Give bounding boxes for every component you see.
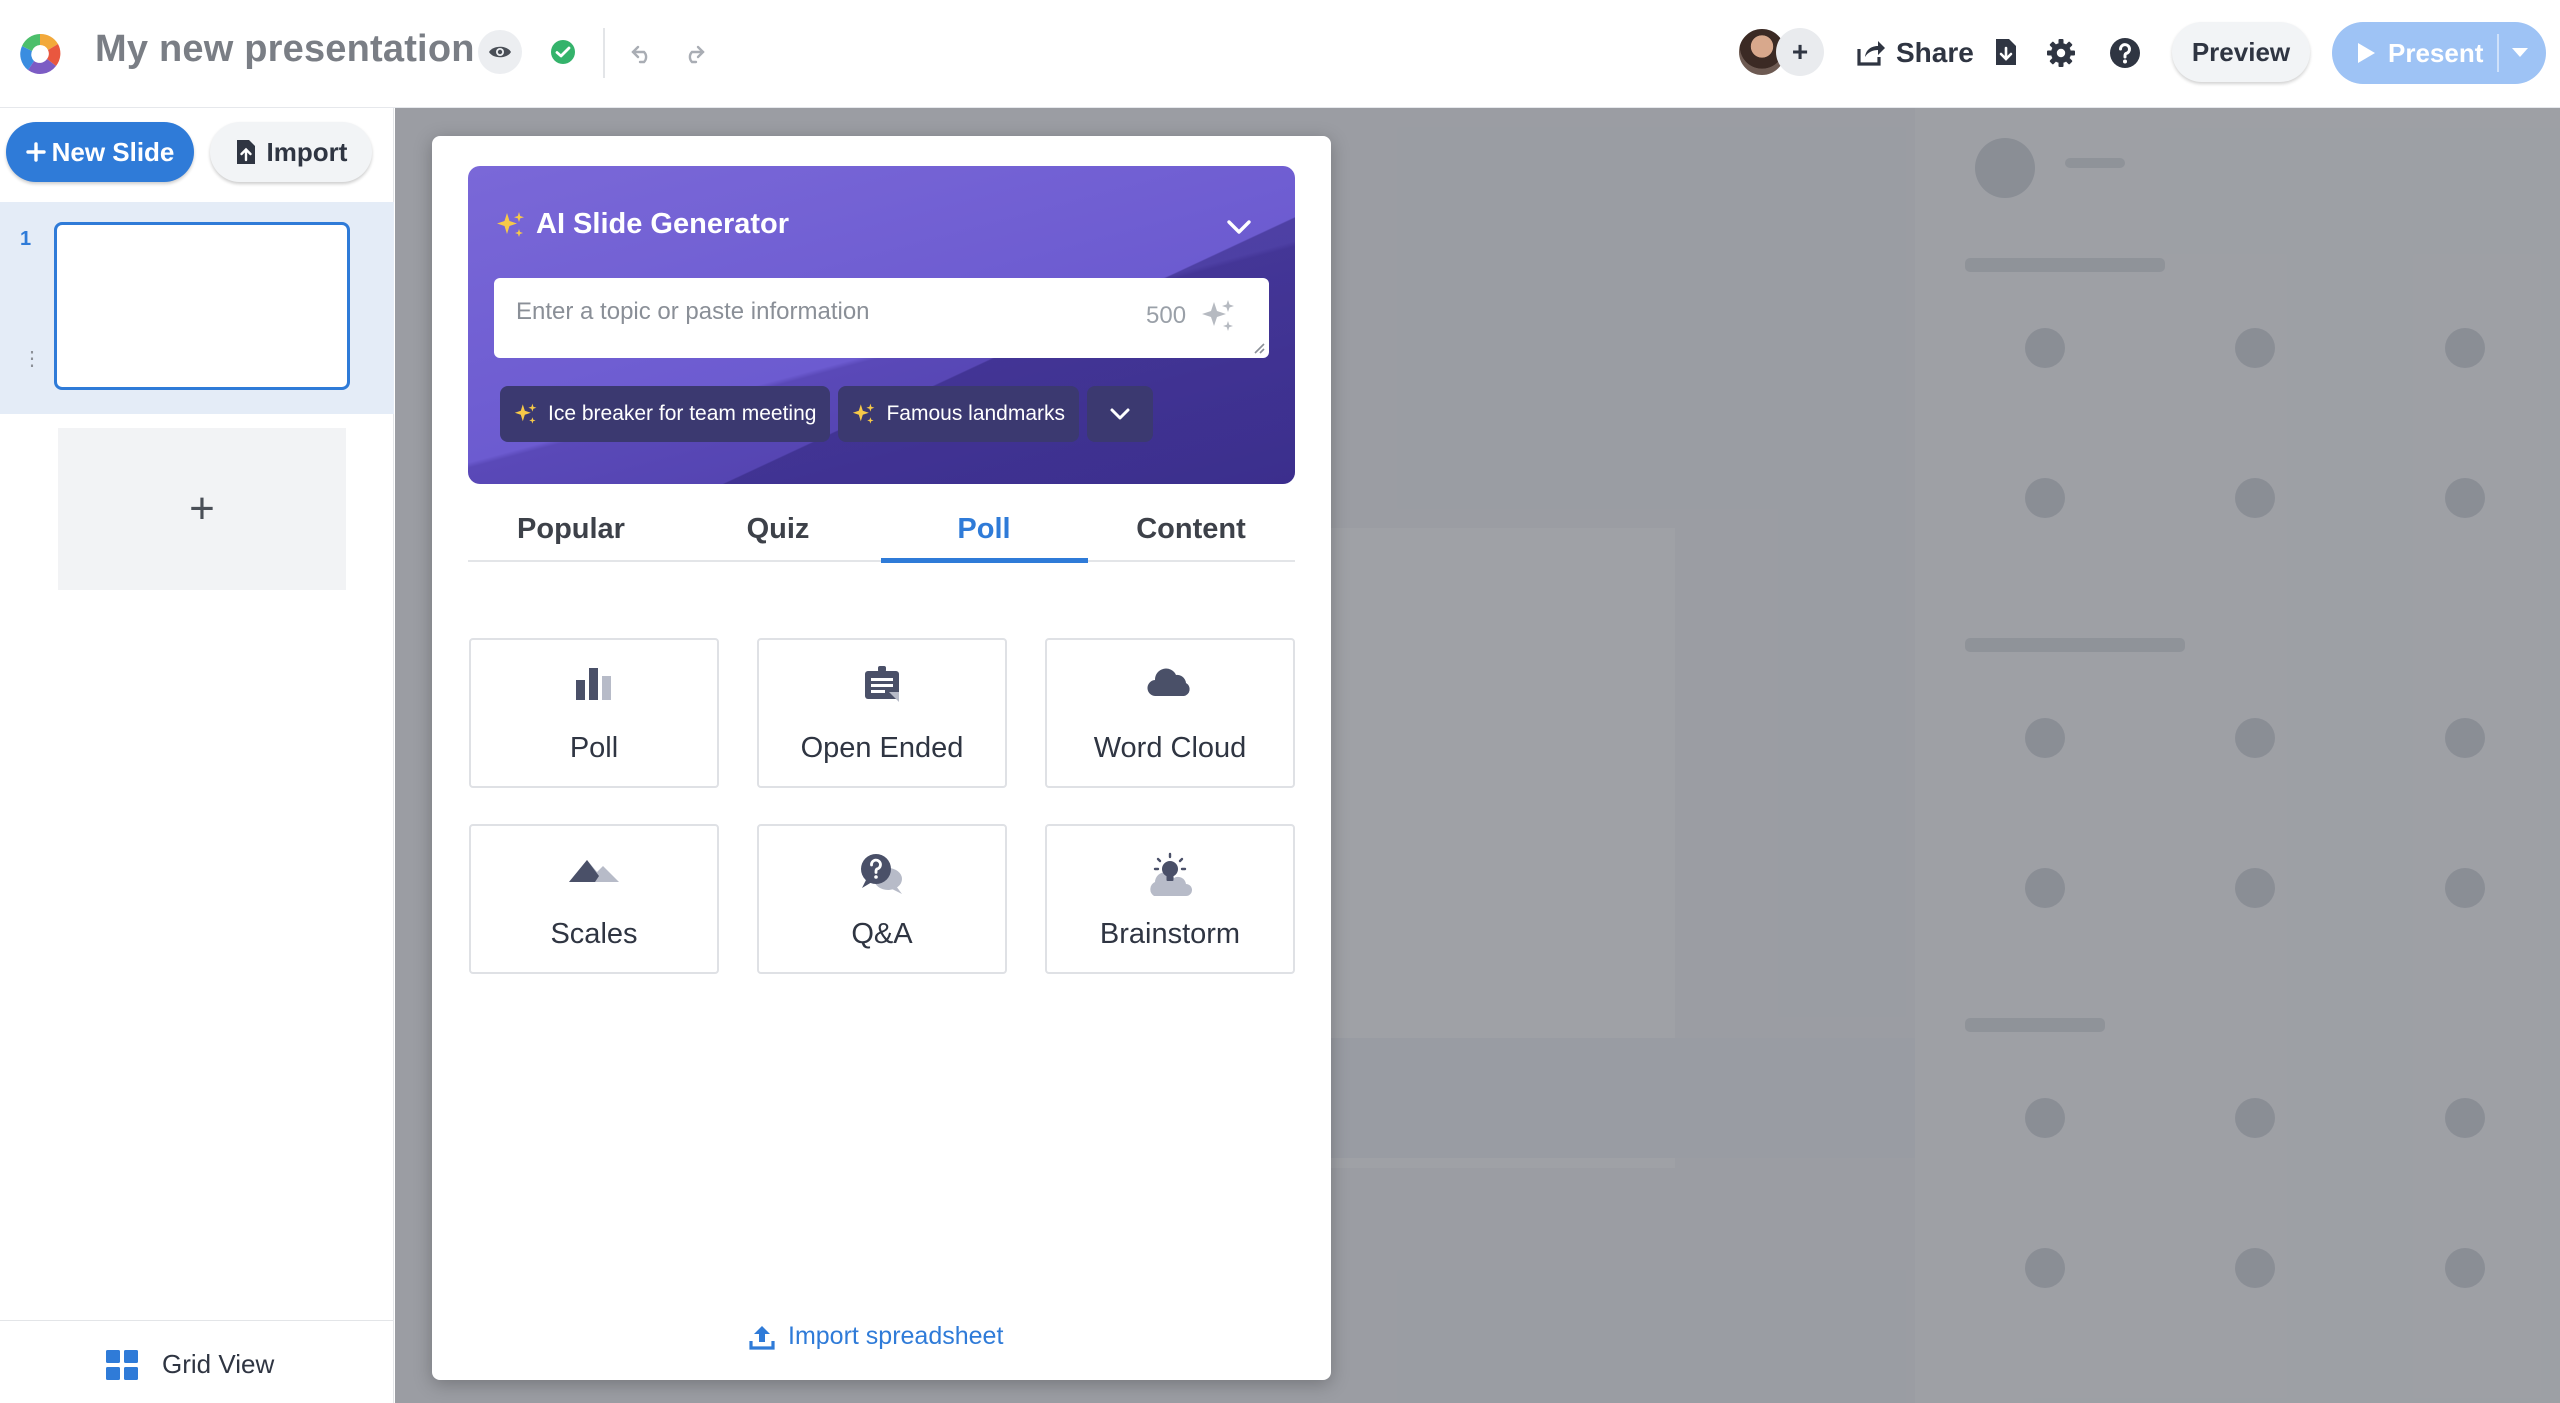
- upload-icon: [749, 1325, 775, 1350]
- tile-label: Poll: [569, 732, 619, 764]
- cloud-icon: [1147, 668, 1190, 697]
- suggestion-chip-label: Ice breaker for team meeting: [548, 402, 817, 425]
- undo-button[interactable]: [622, 34, 662, 74]
- tile-label: Q&A: [851, 918, 913, 950]
- eye-icon: [489, 46, 511, 58]
- preview-button[interactable]: Preview: [2172, 22, 2310, 82]
- export-button[interactable]: [1986, 32, 2026, 72]
- import-button[interactable]: Import: [210, 122, 372, 182]
- sparkles-icon: [853, 403, 875, 424]
- add-collaborator-button[interactable]: +: [1776, 28, 1824, 76]
- ai-suggestion-chips: Ice breaker for team meeting Famous land…: [500, 386, 1154, 442]
- present-button[interactable]: Present: [2332, 22, 2546, 84]
- active-tab-indicator: [881, 558, 1088, 563]
- chevron-down-icon: [1110, 408, 1130, 420]
- sidebar-footer: Grid View: [0, 1320, 394, 1403]
- redo-icon: [688, 45, 705, 64]
- character-count: 500: [1146, 302, 1187, 329]
- resize-grip-icon[interactable]: [1251, 340, 1265, 354]
- new-slide-label: New Slide: [51, 136, 175, 167]
- chevron-down-icon[interactable]: [1222, 210, 1256, 244]
- help-button[interactable]: [2104, 32, 2146, 74]
- sparkles-icon: [497, 211, 524, 237]
- bar-chart-icon: [576, 668, 611, 700]
- slide-type-poll[interactable]: Poll: [469, 638, 719, 788]
- add-slide-placeholder[interactable]: +: [58, 428, 346, 590]
- grid-icon: [106, 1349, 138, 1380]
- slide-number: 1: [20, 228, 32, 250]
- top-toolbar: My new presentation + Share Preview Pres…: [0, 0, 2560, 108]
- help-icon: [2110, 38, 2140, 68]
- generate-sparkle-icon[interactable]: [1198, 296, 1238, 336]
- ai-topic-input[interactable]: Enter a topic or paste information 500: [494, 278, 1269, 358]
- app-logo-icon[interactable]: [16, 30, 64, 78]
- import-spreadsheet-label: Import spreadsheet: [788, 1322, 1004, 1350]
- ai-generator-title: AI Slide Generator: [496, 208, 789, 241]
- import-label: Import: [266, 136, 348, 167]
- slide-type-brainstorm[interactable]: Brainstorm: [1045, 824, 1295, 974]
- ai-slide-generator-card: AI Slide Generator Enter a topic or past…: [468, 166, 1295, 484]
- ai-title-text: AI Slide Generator: [536, 208, 790, 240]
- qa-icon: [861, 854, 902, 894]
- plus-icon: [25, 142, 46, 162]
- share-button[interactable]: Share: [1856, 32, 1974, 74]
- ai-input-placeholder: Enter a topic or paste information: [516, 298, 870, 325]
- tab-quiz[interactable]: Quiz: [675, 496, 881, 562]
- present-divider: [2497, 34, 2500, 72]
- tile-label: Scales: [550, 918, 638, 950]
- gear-icon: [2047, 39, 2075, 67]
- undo-icon: [631, 45, 648, 64]
- download-file-icon: [1996, 39, 2016, 65]
- tab-content[interactable]: Content: [1088, 496, 1294, 562]
- slide-list-item[interactable]: 1 ⋮: [0, 202, 394, 414]
- slides-sidebar: New Slide Import 1 ⋮ + Grid View: [0, 108, 394, 1403]
- open-ended-icon: [865, 666, 899, 702]
- slide-thumbnail[interactable]: [54, 222, 350, 390]
- plus-icon: +: [1791, 36, 1809, 67]
- slide-type-picker-modal: AI Slide Generator Enter a topic or past…: [432, 136, 1331, 1380]
- grid-view-button[interactable]: Grid View: [106, 1349, 274, 1380]
- visibility-button[interactable]: [478, 30, 522, 74]
- suggestion-chip[interactable]: Ice breaker for team meeting: [500, 386, 831, 442]
- slide-type-word-cloud[interactable]: Word Cloud: [1045, 638, 1295, 788]
- drag-handle-icon[interactable]: ⋮: [22, 349, 42, 369]
- slide-type-scales[interactable]: Scales: [469, 824, 719, 974]
- toolbar-divider: [603, 28, 605, 78]
- sparkles-icon: [514, 403, 537, 424]
- slide-type-qa[interactable]: Q&A: [757, 824, 1007, 974]
- presentation-title[interactable]: My new presentation: [95, 28, 475, 71]
- lightbulb-icon: [1150, 852, 1192, 896]
- more-suggestions-button[interactable]: [1087, 386, 1154, 442]
- scales-icon: [569, 860, 619, 882]
- redo-button[interactable]: [674, 34, 714, 74]
- suggestion-chip[interactable]: Famous landmarks: [838, 386, 1080, 442]
- check-circle-icon: [551, 40, 575, 64]
- saved-status: [544, 33, 582, 71]
- file-upload-icon: [236, 140, 255, 164]
- suggestion-chip-label: Famous landmarks: [886, 402, 1066, 425]
- share-icon: [1857, 41, 1885, 66]
- tile-label: Word Cloud: [1093, 732, 1247, 764]
- slide-type-open-ended[interactable]: Open Ended: [757, 638, 1007, 788]
- share-label: Share: [1896, 37, 1974, 68]
- caret-down-icon[interactable]: [2511, 47, 2529, 59]
- tab-poll[interactable]: Poll: [881, 496, 1087, 562]
- import-spreadsheet-link[interactable]: Import spreadsheet: [748, 1322, 1003, 1351]
- tile-label: Open Ended: [800, 732, 964, 764]
- tile-label: Brainstorm: [1099, 918, 1241, 950]
- new-slide-button[interactable]: New Slide: [6, 122, 194, 182]
- present-label: Present: [2388, 37, 2484, 68]
- grid-view-label: Grid View: [162, 1349, 275, 1379]
- tab-popular[interactable]: Popular: [468, 496, 674, 562]
- slide-category-tabs: Popular Quiz Poll Content: [468, 496, 1295, 563]
- settings-button[interactable]: [2040, 32, 2082, 74]
- play-icon: [2358, 43, 2375, 63]
